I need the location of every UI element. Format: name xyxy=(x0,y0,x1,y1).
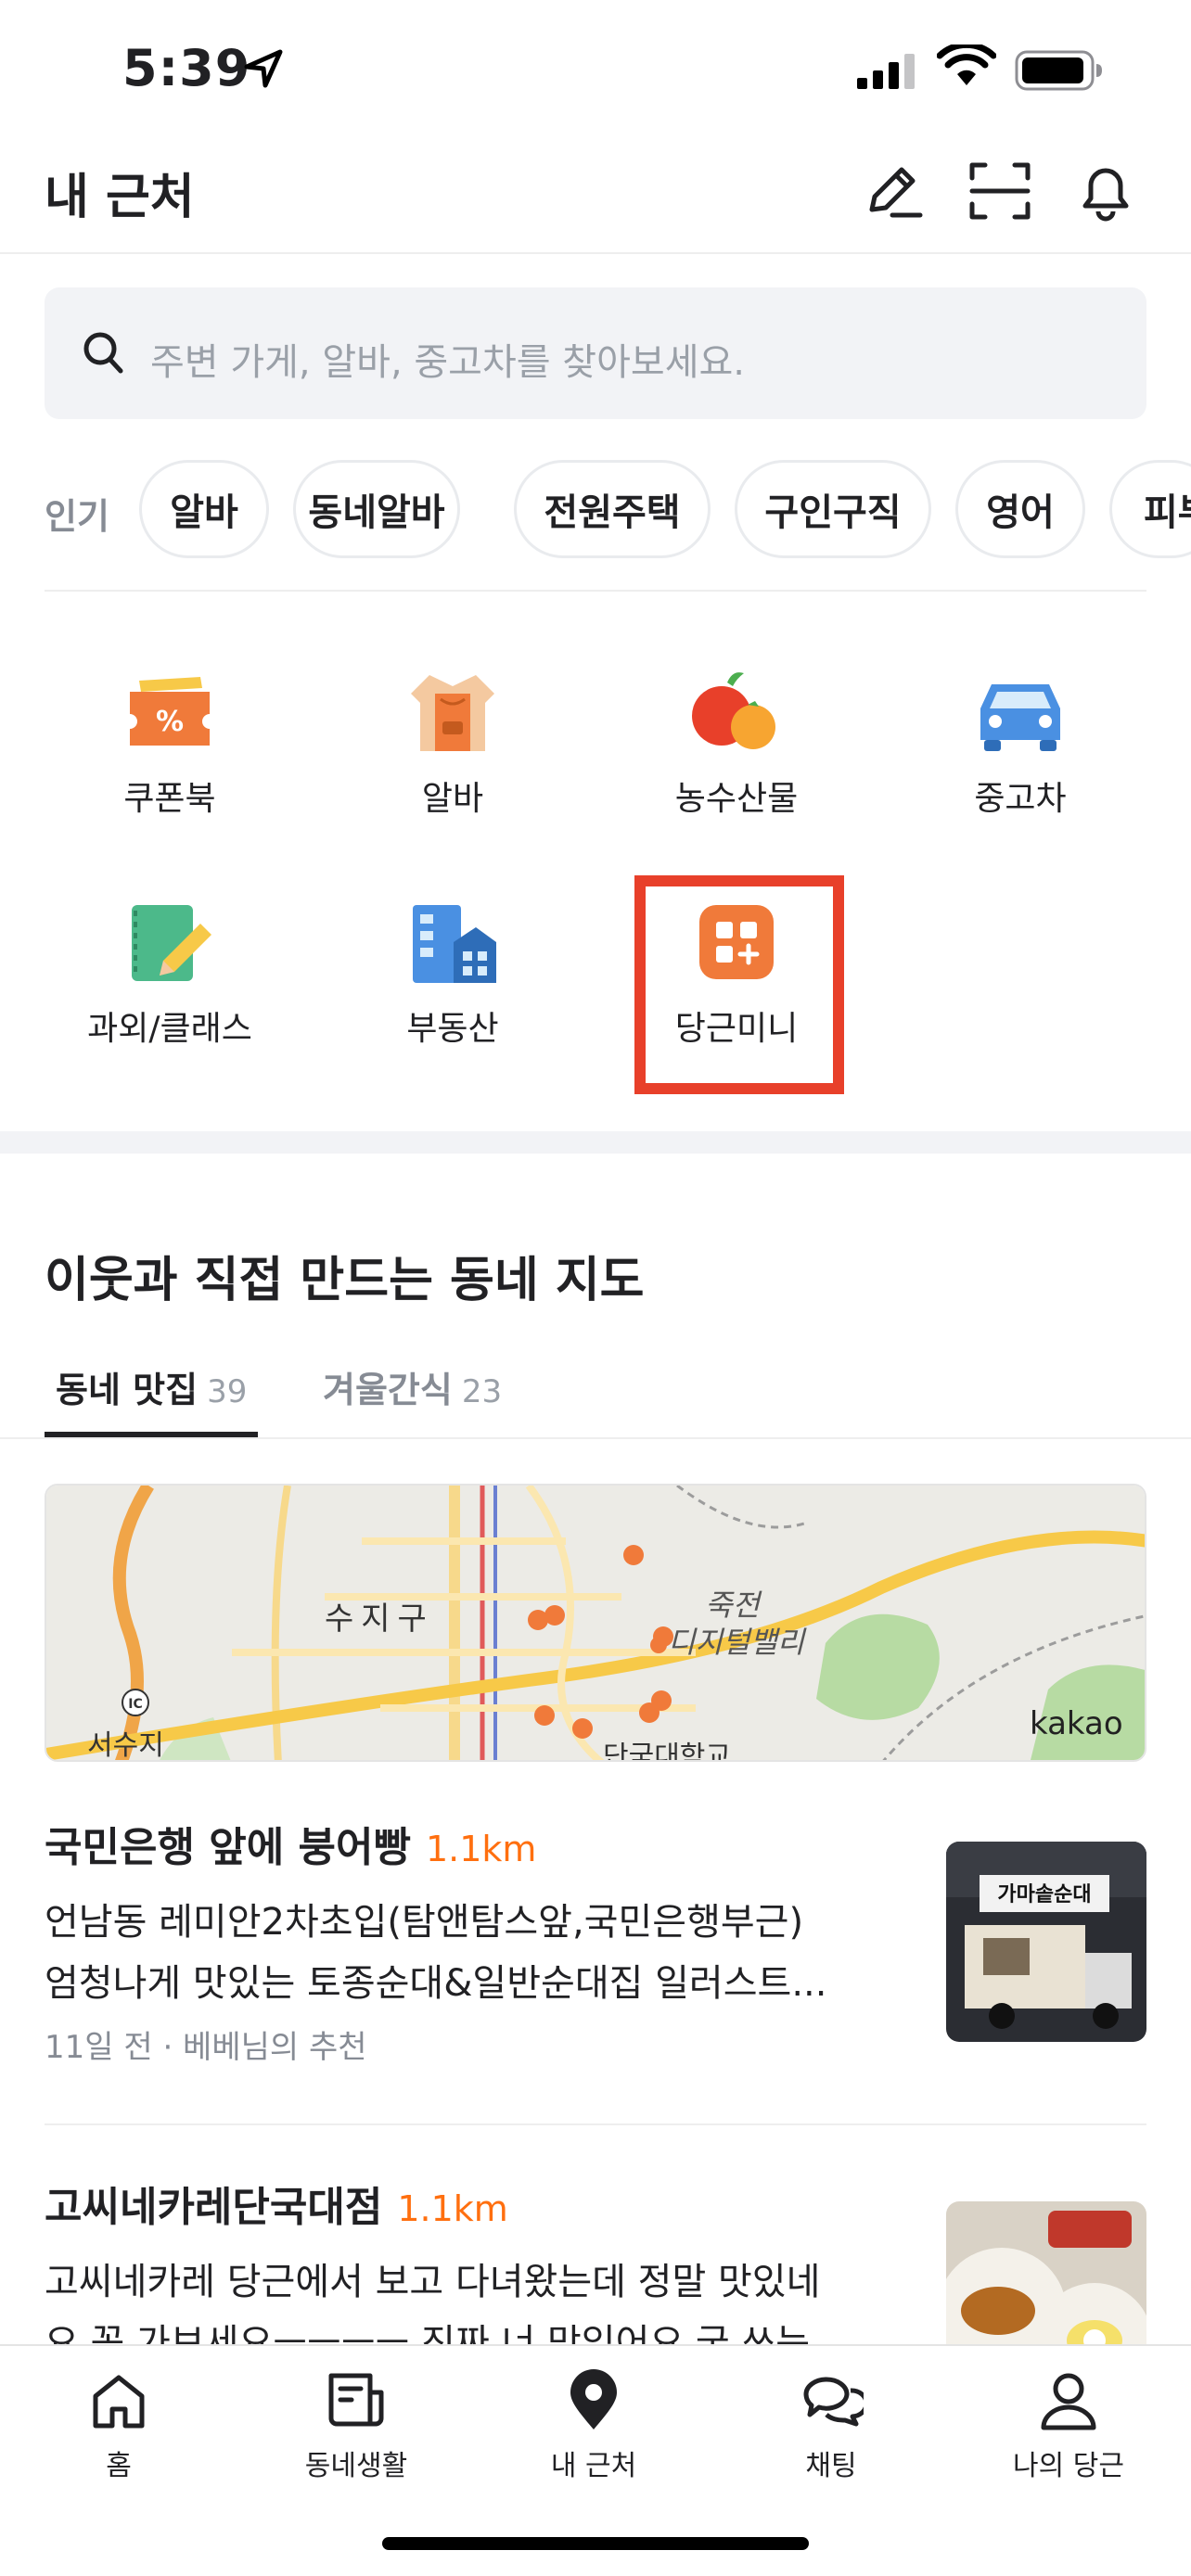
section-separator xyxy=(0,1131,1191,1154)
category-label: 과외/클래스 xyxy=(87,1010,252,1048)
category-label: 부동산 xyxy=(406,1010,499,1048)
category-alba[interactable]: 알바 xyxy=(337,666,569,820)
post-distance: 1.1km xyxy=(397,2188,508,2229)
chip-alba[interactable]: 알바 xyxy=(139,460,269,558)
post-line-1: 언남동 레미안2차초입(탐앤탐스앞,국민은행부근) xyxy=(45,1901,804,1944)
map-station-label: 단국대학교 xyxy=(603,1741,731,1762)
status-time: 5:39 xyxy=(122,39,251,97)
category-produce[interactable]: 농수산물 xyxy=(621,666,852,820)
map-west-label: 서수지 xyxy=(87,1729,164,1762)
post-thumbnail: 가마솥순대 xyxy=(946,1842,1146,2042)
chips-divider xyxy=(45,590,1146,592)
wifi-icon xyxy=(937,45,996,85)
chip-skin[interactable]: 피부 xyxy=(1109,460,1191,558)
tab-label: 동네 맛집 xyxy=(56,1370,198,1410)
category-label: 알바 xyxy=(421,780,484,818)
edit-icon[interactable] xyxy=(859,158,926,224)
map-brand-label: kakao xyxy=(1030,1705,1123,1742)
apron-icon xyxy=(411,675,494,751)
search-bar[interactable]: 주변 가게, 알바, 중고차를 찾아보세요. xyxy=(45,287,1146,419)
list-item[interactable]: 국민은행 앞에 붕어빵 1.1km 언남동 레미안2차초입(탐앤탐스앞,국민은행부… xyxy=(45,1814,1146,2067)
post-line-1: 고씨네카레 당근에서 보고 다녀왔는데 정말 맛있네 xyxy=(45,2261,821,2303)
tabs-divider xyxy=(0,1437,1191,1439)
search-icon xyxy=(83,332,123,374)
category-label: 중고차 xyxy=(974,780,1067,818)
notebook-icon xyxy=(132,905,211,981)
category-coupon[interactable]: % 쿠폰북 xyxy=(54,666,286,820)
popular-label: 인기 xyxy=(45,496,109,537)
building-icon xyxy=(413,905,496,983)
map-area2-label: 디지털밸리 xyxy=(668,1625,807,1660)
search-placeholder: 주변 가게, 알바, 중고차를 찾아보세요. xyxy=(150,341,746,384)
location-pin-icon xyxy=(570,2369,617,2429)
chat-icon xyxy=(803,2377,864,2427)
chip-country-house[interactable]: 전원주택 xyxy=(514,460,711,558)
map-section-title: 이웃과 직접 만드는 동네 지도 xyxy=(45,1253,645,1308)
map-ic-label: IC xyxy=(128,1697,142,1712)
nav-label: 내 근처 xyxy=(550,2450,637,2482)
battery-icon xyxy=(1015,50,1102,91)
tab-winter-snacks[interactable]: 겨울간식 23 xyxy=(323,1361,502,1412)
post-title: 국민은행 앞에 붕어빵 xyxy=(45,1824,411,1871)
map-district-label: 수지구 xyxy=(325,1600,434,1638)
nav-label: 채팅 xyxy=(805,2450,857,2482)
neighborhood-map[interactable]: IC 수지구 죽전 디지털밸리 서수지 단국대학교 kakao xyxy=(45,1484,1146,1762)
tab-count: 23 xyxy=(461,1373,503,1410)
category-used-car[interactable]: 중고차 xyxy=(904,666,1136,820)
nav-home[interactable]: 홈 xyxy=(26,2368,211,2483)
top-header: 내 근처 xyxy=(0,148,1191,252)
scan-icon[interactable] xyxy=(967,158,1033,224)
page-title: 내 근처 xyxy=(45,170,195,225)
newspaper-icon xyxy=(328,2373,384,2427)
chip-english[interactable]: 영어 xyxy=(955,460,1085,558)
bell-icon[interactable] xyxy=(1072,158,1139,224)
fruit-icon xyxy=(692,672,775,749)
category-label: 쿠폰북 xyxy=(123,780,216,818)
thumb-sign: 가마솥순대 xyxy=(997,1883,1091,1906)
post-divider xyxy=(45,2123,1146,2125)
tab-count: 39 xyxy=(207,1373,248,1410)
coupon-icon: % xyxy=(130,677,210,746)
nav-community[interactable]: 동네생활 xyxy=(263,2368,449,2483)
home-indicator[interactable] xyxy=(382,2537,809,2550)
nav-nearby[interactable]: 내 근처 xyxy=(501,2368,686,2483)
location-arrow-icon xyxy=(244,49,283,88)
header-divider xyxy=(0,252,1191,254)
tab-local-restaurants[interactable]: 동네 맛집 39 xyxy=(56,1361,247,1412)
status-bar: 5:39 xyxy=(0,0,1191,139)
category-label: 농수산물 xyxy=(674,780,799,818)
nav-label: 나의 당근 xyxy=(1013,2450,1124,2482)
cellular-signal-icon xyxy=(857,54,915,89)
nav-my-daangn[interactable]: 나의 당근 xyxy=(976,2368,1161,2483)
category-real-estate[interactable]: 부동산 xyxy=(337,896,569,1050)
map-canvas: IC 수지구 죽전 디지털밸리 서수지 단국대학교 kakao xyxy=(46,1486,1145,1762)
post-line-2: 엄청나게 맛있는 토종순대&일반순대집 일러스트... xyxy=(45,1962,827,2005)
nav-chat[interactable]: 채팅 xyxy=(738,2368,924,2483)
map-area-label: 죽전 xyxy=(705,1588,762,1623)
chip-local-alba[interactable]: 동네알바 xyxy=(293,460,460,558)
chip-job-search[interactable]: 구인구직 xyxy=(735,460,931,558)
nav-label: 동네생활 xyxy=(304,2450,408,2482)
highlight-box xyxy=(634,875,844,1094)
car-icon xyxy=(980,684,1060,751)
svg-text:%: % xyxy=(156,706,184,738)
tab-label: 겨울간식 xyxy=(323,1370,453,1410)
home-icon xyxy=(93,2375,145,2429)
post-distance: 1.1km xyxy=(425,1829,537,1869)
nav-label: 홈 xyxy=(106,2450,132,2482)
category-class[interactable]: 과외/클래스 xyxy=(54,896,286,1050)
person-icon xyxy=(1041,2373,1096,2430)
post-title: 고씨네카레단국대점 xyxy=(45,2184,383,2231)
